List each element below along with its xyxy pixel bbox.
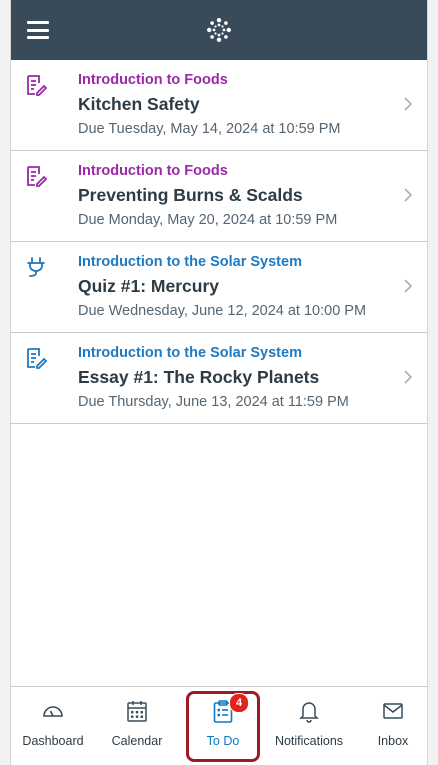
chevron-right-icon bbox=[404, 279, 413, 293]
course-name: Introduction to the Solar System bbox=[78, 345, 302, 361]
chevron-right-icon bbox=[404, 97, 413, 111]
bell-icon bbox=[299, 702, 319, 723]
tab-todo[interactable]: 4 To Do bbox=[186, 687, 260, 765]
course-name: Introduction to Foods bbox=[78, 72, 228, 88]
course-name: Introduction to Foods bbox=[78, 163, 228, 179]
todo-item-kitchen-safety[interactable]: Introduction to Foods Kitchen Safety Due… bbox=[11, 60, 427, 151]
assignment-title: Kitchen Safety bbox=[78, 94, 200, 114]
tab-dashboard[interactable]: Dashboard bbox=[11, 687, 95, 765]
bottom-tab-bar: Dashboard Calendar 4 To Do Notifications… bbox=[11, 686, 427, 765]
tab-label: Calendar bbox=[111, 734, 163, 748]
course-name: Introduction to the Solar System bbox=[78, 254, 302, 270]
due-date: Due Tuesday, May 14, 2024 at 10:59 PM bbox=[78, 121, 341, 137]
tab-inbox[interactable]: Inbox bbox=[357, 687, 427, 765]
due-date: Due Wednesday, June 12, 2024 at 10:00 PM bbox=[78, 303, 367, 319]
due-date: Due Thursday, June 13, 2024 at 11:59 PM bbox=[78, 394, 349, 410]
tab-label: To Do bbox=[206, 734, 240, 748]
todo-item-quiz-mercury[interactable]: Introduction to the Solar System Quiz #1… bbox=[11, 242, 427, 333]
assignment-icon bbox=[27, 348, 47, 369]
assignment-title: Preventing Burns & Scalds bbox=[78, 185, 303, 205]
phone-screen: Introduction to Foods Kitchen Safety Due… bbox=[10, 0, 428, 765]
chevron-right-icon bbox=[404, 370, 413, 384]
canvas-logo-icon bbox=[207, 18, 231, 42]
assignment-title: Essay #1: The Rocky Planets bbox=[78, 367, 320, 387]
tab-label: Notifications bbox=[274, 734, 344, 748]
assignment-title: Quiz #1: Mercury bbox=[78, 276, 220, 296]
todo-count-badge: 4 bbox=[229, 693, 249, 713]
todo-list: Introduction to Foods Kitchen Safety Due… bbox=[11, 60, 427, 424]
hamburger-icon[interactable] bbox=[27, 21, 49, 39]
quiz-icon bbox=[27, 257, 45, 277]
assignment-icon bbox=[27, 75, 47, 96]
tab-notifications[interactable]: Notifications bbox=[261, 687, 357, 765]
todo-item-essay-rocky-planets[interactable]: Introduction to the Solar System Essay #… bbox=[11, 333, 427, 424]
dashboard-icon bbox=[43, 706, 63, 717]
chevron-right-icon bbox=[404, 188, 413, 202]
calendar-icon bbox=[127, 701, 147, 722]
todo-item-preventing-burns[interactable]: Introduction to Foods Preventing Burns &… bbox=[11, 151, 427, 242]
top-bar bbox=[11, 0, 427, 60]
assignment-icon bbox=[27, 166, 47, 187]
tab-label: Inbox bbox=[377, 734, 409, 748]
envelope-icon bbox=[383, 703, 403, 719]
due-date: Due Monday, May 20, 2024 at 10:59 PM bbox=[78, 212, 338, 228]
tab-calendar[interactable]: Calendar bbox=[95, 687, 179, 765]
tab-label: Dashboard bbox=[22, 734, 84, 748]
